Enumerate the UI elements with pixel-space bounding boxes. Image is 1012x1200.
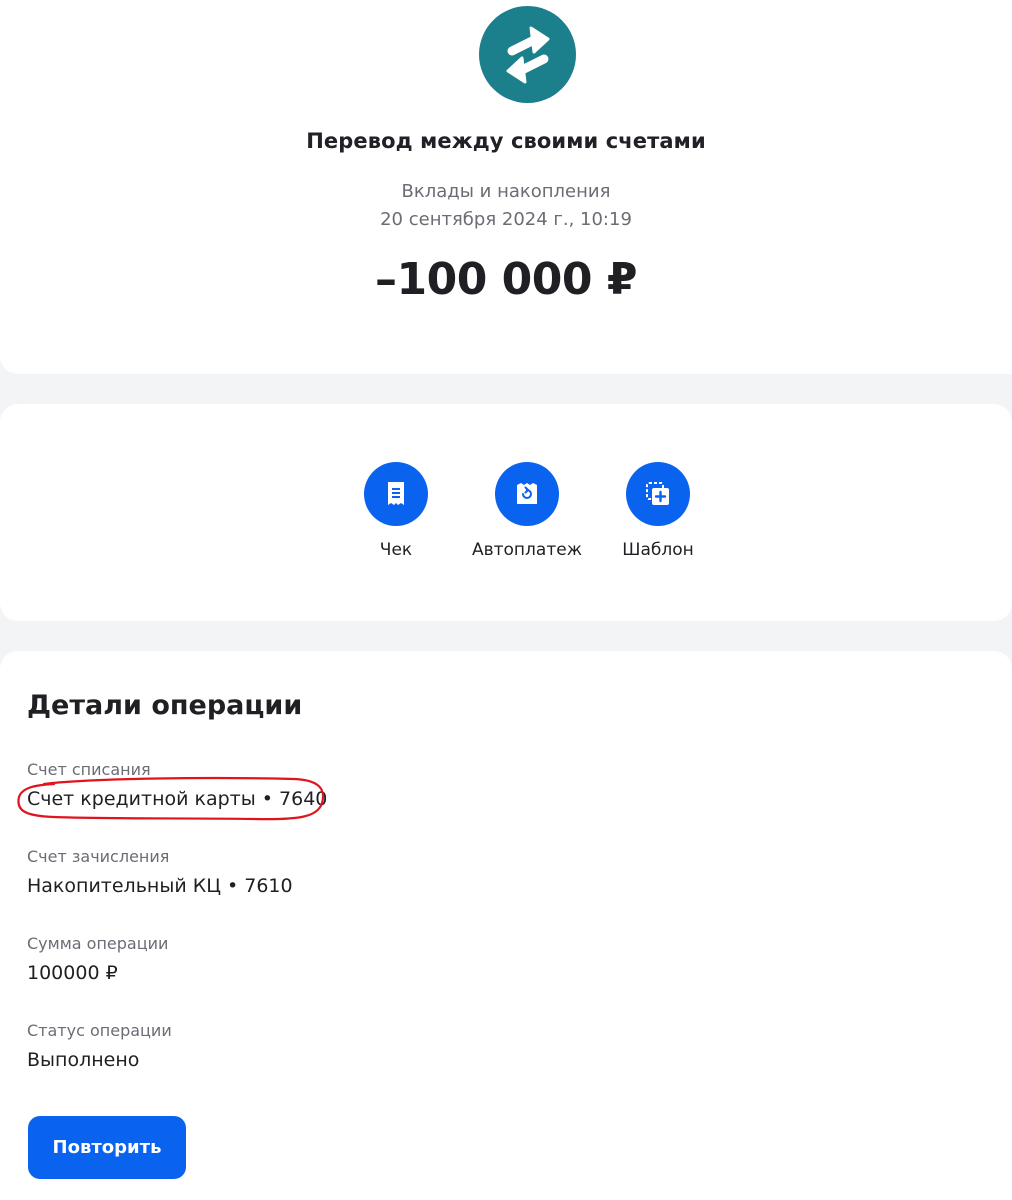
operation-title: Перевод между своими счетами — [306, 129, 706, 153]
field-value: Накопительный КЦ • 7610 — [27, 875, 293, 897]
field-label: Счет зачисления — [27, 847, 170, 866]
receipt-icon[interactable] — [364, 462, 428, 526]
debit-account-field: Счет списания Счет кредитной карты • 764… — [27, 760, 327, 810]
operation-status-field: Статус операции Выполнено — [27, 1021, 172, 1071]
operation-header-card: Перевод между своими счетами Вклады и на… — [0, 0, 1012, 374]
credit-account-field: Счет зачисления Накопительный КЦ • 7610 — [27, 847, 293, 897]
transfer-arrows-icon — [479, 6, 576, 103]
operation-category: Вклады и накопления — [401, 181, 611, 202]
receipt-action[interactable]: Чек — [326, 462, 466, 560]
field-label: Сумма операции — [27, 934, 169, 953]
actions-card: Чек Автоплатеж Шаблон — [0, 404, 1012, 621]
field-value: Выполнено — [27, 1049, 140, 1071]
operation-sum-field: Сумма операции 100000 ₽ — [27, 934, 168, 984]
operation-details-card: Детали операции Счет списания Счет креди… — [0, 651, 1012, 1200]
field-label: Счет списания — [27, 760, 151, 779]
autopay-action-label: Автоплатеж — [471, 540, 583, 560]
field-value: Счет кредитной карты • 7640 — [27, 788, 328, 810]
field-label: Статус операции — [27, 1021, 172, 1040]
operation-datetime: 20 сентября 2024 г., 10:19 — [380, 209, 632, 230]
repeat-button[interactable]: Повторить — [28, 1116, 186, 1179]
template-add-icon[interactable] — [626, 462, 690, 526]
template-action-label: Шаблон — [622, 540, 694, 560]
template-action[interactable]: Шаблон — [588, 462, 728, 560]
details-title: Детали операции — [27, 690, 303, 721]
autopay-action[interactable]: Автоплатеж — [457, 462, 597, 560]
field-value: 100000 ₽ — [27, 962, 118, 984]
operation-amount: –100 000 ₽ — [375, 254, 637, 305]
autopay-icon[interactable] — [495, 462, 559, 526]
receipt-action-label: Чек — [379, 540, 413, 560]
